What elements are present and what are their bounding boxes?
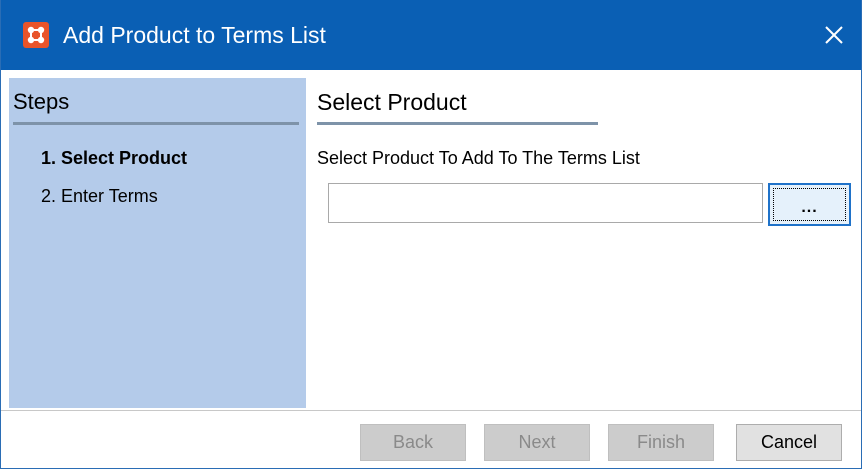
close-icon[interactable]	[824, 25, 844, 45]
cancel-button[interactable]: Cancel	[736, 424, 842, 461]
steps-header: Steps	[13, 89, 70, 114]
step-enter-terms: 2. Enter Terms	[41, 186, 158, 206]
wizard-dialog: Add Product to Terms List Steps 1. Selec…	[0, 0, 862, 469]
product-input[interactable]	[328, 183, 763, 223]
page-title: Select Product	[317, 89, 467, 115]
steps-header-divider	[13, 122, 299, 125]
steps-panel: Steps 1. Select Product 2. Enter Terms	[9, 78, 306, 408]
finish-button[interactable]: Finish	[608, 424, 714, 461]
next-button[interactable]: Next	[484, 424, 590, 461]
browse-product-button[interactable]: ...	[768, 183, 851, 226]
page-title-divider	[317, 122, 598, 125]
close-button[interactable]	[807, 0, 861, 70]
product-field-label: Select Product To Add To The Terms List	[317, 148, 640, 168]
footer-divider	[1, 410, 861, 411]
wizard-app-icon	[23, 22, 49, 48]
window-title: Add Product to Terms List	[63, 22, 326, 48]
browse-button-label: ...	[801, 198, 818, 216]
step-select-product: 1. Select Product	[41, 148, 188, 168]
back-button[interactable]: Back	[360, 424, 466, 461]
title-bar: Add Product to Terms List	[1, 0, 861, 70]
